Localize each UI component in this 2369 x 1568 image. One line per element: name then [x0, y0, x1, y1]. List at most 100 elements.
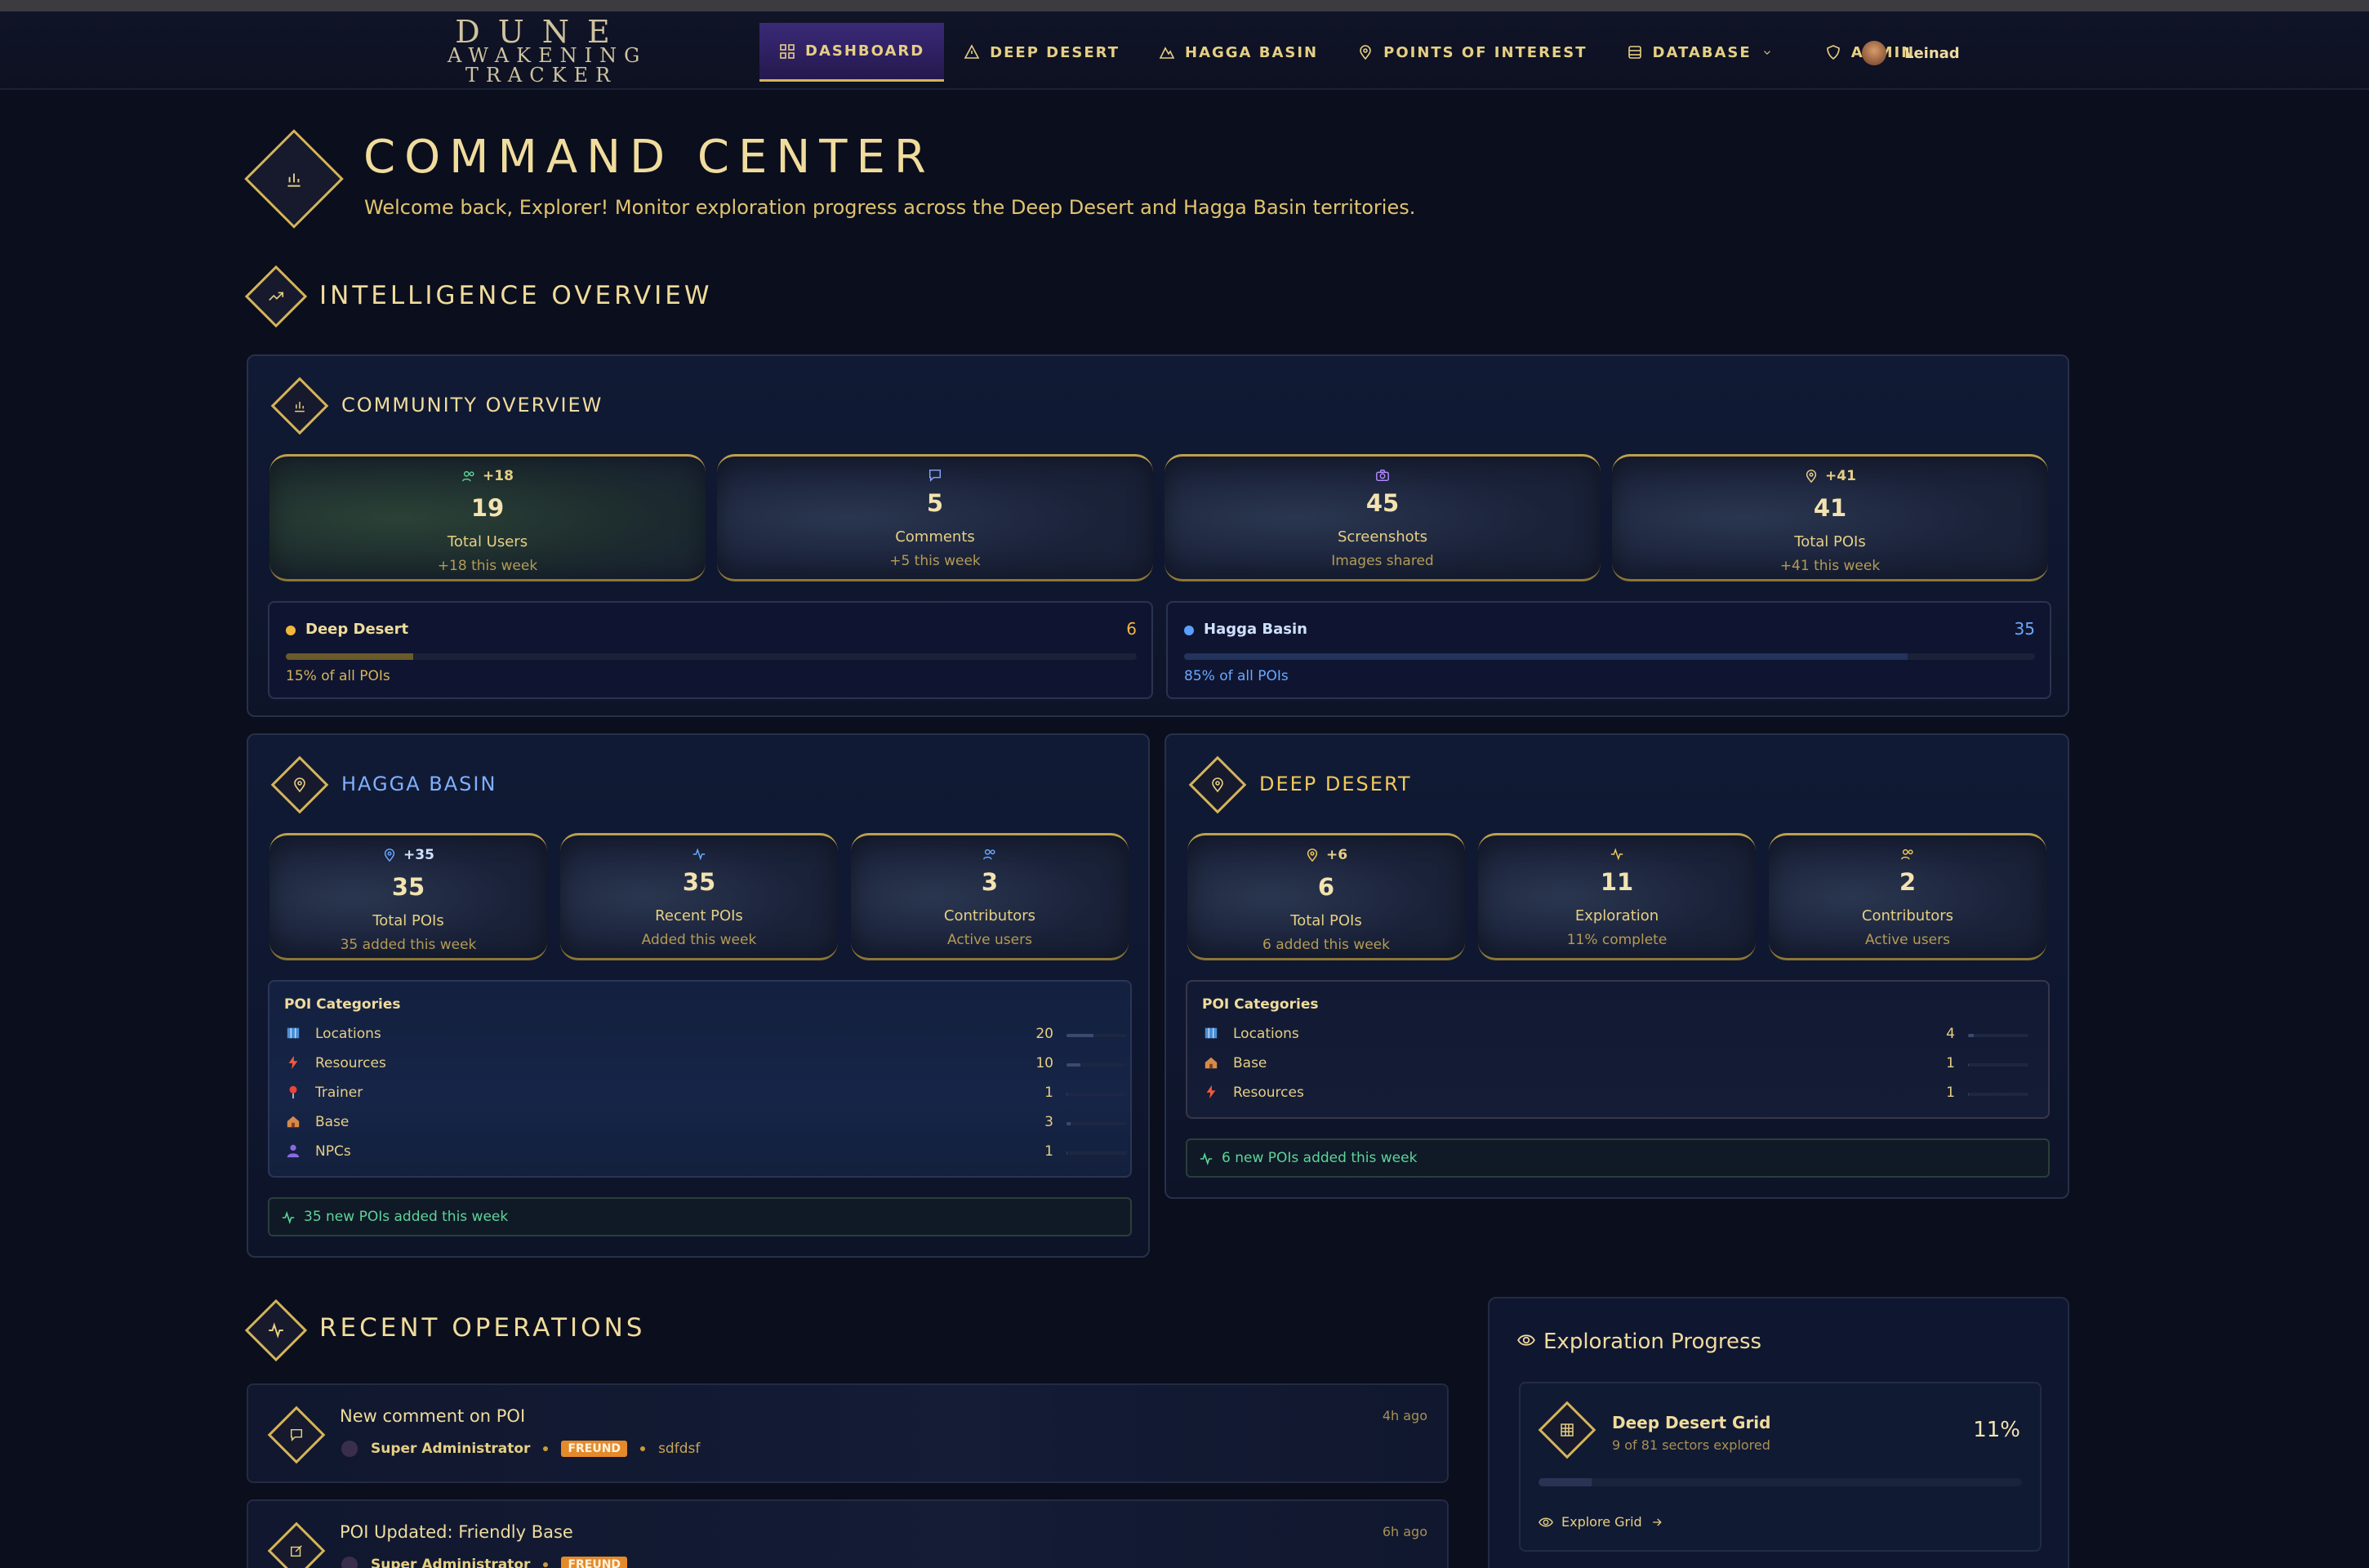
category-row[interactable]: Locations 20: [286, 1024, 1130, 1049]
grid-icon: [1547, 1410, 1587, 1450]
nav-dashboard[interactable]: DASHBOARD: [759, 23, 945, 82]
op-user[interactable]: Super Administrator: [371, 1441, 530, 1457]
category-count: 1: [1946, 1085, 1955, 1101]
activity-icon: [282, 1211, 295, 1224]
categories-heading: POI Categories: [1202, 996, 1319, 1013]
stat-sub: 11% complete: [1566, 932, 1668, 948]
op-time: 6h ago: [1382, 1524, 1427, 1539]
category-bar: [1968, 1093, 2028, 1096]
category-bar: [1066, 1152, 1127, 1155]
edit-icon: [276, 1530, 317, 1568]
deep-weekly-banner: 6 new POIs added this week: [1186, 1138, 2050, 1178]
op-extra: sdfdsf: [658, 1441, 701, 1457]
region-count: 35: [2014, 619, 2035, 639]
nav-deep-desert[interactable]: DEEP DESERT: [944, 23, 1139, 82]
exploration-title: Exploration Progress: [1543, 1330, 1762, 1354]
stat-total-pois: +41 41 Total POIs +41 this week: [1612, 454, 2048, 581]
logo-line-2: AWAKENING: [448, 44, 648, 67]
person-icon: [286, 1143, 301, 1158]
users-icon: [1901, 849, 1913, 860]
explore-grid-link[interactable]: Explore Grid: [1539, 1514, 1663, 1530]
region-percent: 85% of all POIs: [1184, 668, 1289, 684]
user-avatar: [341, 1441, 358, 1457]
app-logo[interactable]: DUNE AWAKENING TRACKER: [448, 16, 648, 87]
badge-text: +41: [1825, 468, 1856, 484]
stat-sub: Images shared: [1331, 553, 1434, 569]
nav-label: DEEP DESERT: [990, 43, 1120, 61]
stat-badge: [1478, 847, 1756, 862]
camera-icon: [1376, 469, 1389, 482]
lightning-icon: [1204, 1085, 1218, 1099]
category-bar: [1066, 1093, 1127, 1096]
main-nav: DASHBOARD DEEP DESERT HAGGA BASIN POINTS…: [759, 23, 1935, 82]
status-dot: [286, 626, 296, 635]
category-row[interactable]: Locations 4: [1204, 1024, 2048, 1049]
category-name: Resources: [315, 1055, 386, 1071]
deep-desert-panel: DEEP DESERT +6 6 Total POIs 6 added this…: [1164, 733, 2069, 1199]
category-count: 1: [1946, 1055, 1955, 1071]
separator-dot: [543, 1446, 549, 1451]
page-title: COMMAND CENTER: [363, 131, 935, 184]
hagga-weekly-banner: 35 new POIs added this week: [268, 1197, 1132, 1236]
separator-dot: [640, 1446, 646, 1451]
category-name: Trainer: [315, 1085, 363, 1101]
bar-chart-icon: [279, 385, 320, 426]
category-row[interactable]: Base 1: [1204, 1054, 2048, 1078]
category-row[interactable]: Resources 1: [1204, 1083, 2048, 1107]
nav-points-of-interest[interactable]: POINTS OF INTEREST: [1338, 23, 1606, 82]
operation-item[interactable]: POI Updated: Friendly Base 6h ago Super …: [247, 1499, 1449, 1568]
category-row[interactable]: Resources 10: [286, 1054, 1130, 1078]
category-row[interactable]: NPCs 1: [286, 1142, 1130, 1166]
category-row[interactable]: Trainer 1: [286, 1083, 1130, 1107]
op-user[interactable]: Super Administrator: [371, 1557, 530, 1568]
stat-label: Comments: [895, 528, 975, 546]
user-avatar: [341, 1557, 358, 1568]
user-name: Leinad: [1904, 44, 1960, 62]
stat-badge: +35: [269, 847, 547, 863]
stat-value: 35: [682, 868, 716, 896]
stat-sub: +5 this week: [889, 553, 981, 569]
avatar: [1862, 41, 1886, 65]
categories-heading: POI Categories: [284, 996, 401, 1013]
region-name: Deep Desert: [305, 621, 409, 638]
category-row[interactable]: Base 3: [286, 1112, 1130, 1137]
stat-total-users: +18 19 Total Users +18 this week: [269, 454, 706, 581]
stat-value: 3: [981, 868, 999, 896]
map-icon: [286, 1026, 301, 1040]
op-meta: Super Administrator FREUND sdfdsf: [341, 1441, 700, 1457]
house-icon: [286, 1114, 301, 1129]
nav-database[interactable]: DATABASE: [1607, 23, 1792, 82]
region-count: 6: [1126, 619, 1137, 639]
region-deep-desert[interactable]: Deep Desert 6 15% of all POIs: [268, 601, 1153, 699]
browser-strip: [0, 0, 2369, 11]
nav-label: DASHBOARD: [805, 42, 925, 60]
grid-name: Deep Desert Grid: [1612, 1413, 1771, 1432]
operation-item[interactable]: New comment on POI 4h ago Super Administ…: [247, 1383, 1449, 1483]
stat-deep-total-pois: +6 6 Total POIs 6 added this week: [1187, 833, 1465, 960]
category-count: 10: [1035, 1055, 1053, 1071]
badge-text: +18: [483, 468, 514, 484]
comment-icon: [276, 1414, 317, 1455]
stat-badge: +6: [1187, 847, 1465, 863]
nav-hagga-basin[interactable]: HAGGA BASIN: [1139, 23, 1338, 82]
deep-poi-categories: POI Categories Locations 4 Base 1 Resources 1: [1186, 980, 2050, 1119]
users-icon: [462, 470, 474, 482]
stat-deep-contributors: 2 Contributors Active users: [1769, 833, 2046, 960]
region-percent: 15% of all POIs: [286, 668, 390, 684]
stat-badge: +41: [1612, 468, 2048, 484]
grid-progress-bar: [1539, 1478, 2022, 1486]
region-hagga-basin[interactable]: Hagga Basin 35 85% of all POIs: [1166, 601, 2051, 699]
grid-percent: 11%: [1973, 1418, 2020, 1442]
user-menu[interactable]: Leinad: [1862, 41, 1960, 65]
deep-desert-grid-card[interactable]: Deep Desert Grid 9 of 81 sectors explore…: [1519, 1382, 2042, 1552]
stat-screenshots: 45 Screenshots Images shared: [1164, 454, 1601, 581]
stat-deep-exploration: 11 Exploration 11% complete: [1478, 833, 1756, 960]
op-title: New comment on POI: [340, 1406, 526, 1426]
op-tag: FREUND: [561, 1557, 628, 1568]
category-count: 1: [1044, 1143, 1053, 1160]
mountain-icon: [1159, 47, 1175, 59]
community-title: COMMUNITY OVERVIEW: [341, 394, 603, 416]
section-title-intel: INTELLIGENCE OVERVIEW: [319, 281, 713, 310]
stat-value: 5: [926, 489, 944, 517]
op-title: POI Updated: Friendly Base: [340, 1522, 573, 1542]
